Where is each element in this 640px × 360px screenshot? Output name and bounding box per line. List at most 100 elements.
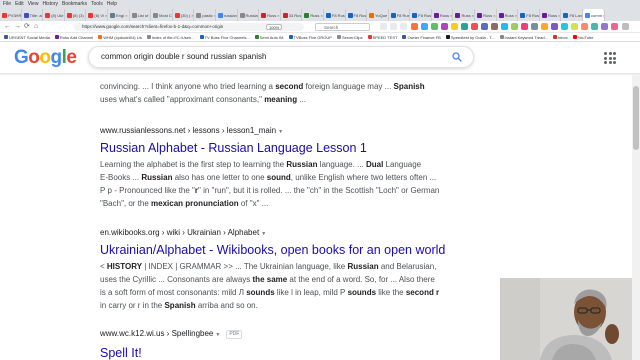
download-icon[interactable] xyxy=(380,23,387,30)
browser-tab[interactable]: Engl × xyxy=(108,9,130,21)
browser-tab[interactable]: F8 Lang× xyxy=(561,9,584,21)
browser-tab[interactable]: comm× xyxy=(583,9,605,21)
bookmark-item[interactable]: Owner Finance FB xyxy=(402,35,441,40)
scrollbar-thumb[interactable] xyxy=(633,86,639,150)
extension-icon[interactable] xyxy=(591,23,598,30)
page-scrollbar[interactable] xyxy=(632,74,640,360)
close-icon[interactable]: × xyxy=(125,13,128,18)
extension-icon[interactable] xyxy=(441,23,448,30)
browser-tab[interactable]: Russian× xyxy=(238,9,260,21)
browser-tab[interactable]: PV3HR× xyxy=(0,9,22,21)
browser-tab[interactable]: (8) Ukr× xyxy=(43,9,65,21)
caret-down-icon[interactable]: ▼ xyxy=(215,332,220,338)
bookmark-item[interactable]: SPEED TEST xyxy=(367,35,397,40)
result-cite[interactable]: www.russianlessons.net › lessons › lesso… xyxy=(100,125,480,138)
browser-tab[interactable]: F8 Russ× xyxy=(389,9,411,21)
result-cite[interactable]: www.wc.k12.wi.us › Spellingbee ▼ PDF xyxy=(100,328,480,341)
caret-down-icon[interactable]: ▼ xyxy=(261,231,266,237)
pdf-badge: PDF xyxy=(226,330,243,339)
browser-tab[interactable]: (8) Vi × xyxy=(86,9,108,21)
extension-icon[interactable] xyxy=(571,23,578,30)
bookmark-item[interactable]: Index of file:///C:/Usen... xyxy=(146,35,195,40)
zoom-level[interactable]: 100% xyxy=(266,24,283,30)
extension-icon[interactable] xyxy=(421,23,428,30)
google-logo[interactable]: Google xyxy=(14,47,77,69)
bookmark-item[interactable]: ServerClips xyxy=(336,35,363,40)
browser-tab[interactable]: F8 Russ× xyxy=(518,9,540,21)
bookmark-item[interactable]: Instant Keyword Tread... xyxy=(499,35,548,40)
browser-tab[interactable]: List of 1× xyxy=(130,9,152,21)
result-cite[interactable]: en.wikibooks.org › wiki › Ukrainian › Al… xyxy=(100,227,480,240)
browser-tab[interactable]: (30) (× xyxy=(173,9,195,21)
browser-tab[interactable]: F8 Russ× xyxy=(410,9,432,21)
bookmark-item[interactable]: Speedtest by Ookla - T... xyxy=(445,35,495,40)
extension-icon[interactable] xyxy=(511,23,518,30)
browser-tab[interactable]: F8 Russ× xyxy=(346,9,368,21)
home-icon[interactable]: ⌂ xyxy=(34,23,38,31)
menu-item[interactable]: Edit xyxy=(15,1,24,7)
back-icon[interactable]: ← xyxy=(4,23,11,31)
menu-item[interactable]: File xyxy=(3,1,11,7)
caret-down-icon[interactable]: ▼ xyxy=(278,129,283,135)
extension-icon[interactable] xyxy=(471,23,478,30)
browser-tab[interactable]: Russ × xyxy=(259,9,281,21)
browser-tab[interactable]: Russ × xyxy=(453,9,476,21)
menu-item[interactable]: View xyxy=(28,1,39,7)
extension-icon[interactable] xyxy=(601,23,608,30)
browser-tab[interactable]: Russ × xyxy=(302,9,324,21)
menu-item[interactable]: History xyxy=(42,1,58,7)
extension-icon[interactable] xyxy=(501,23,508,30)
extension-icon[interactable] xyxy=(461,23,468,30)
browser-tab[interactable]: Russ × xyxy=(497,9,519,21)
extension-icon[interactable] xyxy=(411,23,418,30)
menu-item[interactable]: Help xyxy=(107,1,117,7)
menu-item[interactable]: Bookmarks xyxy=(62,1,87,7)
extension-icon[interactable] xyxy=(531,23,538,30)
extension-icon[interactable] xyxy=(491,23,498,30)
extension-icon[interactable] xyxy=(581,23,588,30)
result-title-link[interactable]: Russian Alphabet - Russian Language Less… xyxy=(100,140,480,156)
result-title-link[interactable]: Ukrainian/Alphabet - Wikibooks, open boo… xyxy=(100,242,480,258)
extension-icon[interactable] xyxy=(611,23,618,30)
library-icon[interactable] xyxy=(390,23,397,30)
extension-icon[interactable] xyxy=(481,23,488,30)
browser-tab[interactable]: YoQue× xyxy=(367,9,389,21)
bookmark-item[interactable]: TV Boss Five Channels... xyxy=(199,35,250,40)
browser-tab[interactable]: Russ × xyxy=(540,9,562,21)
bookmark-item[interactable]: URGENT Social Media xyxy=(4,35,50,40)
search-icon[interactable] xyxy=(451,51,463,63)
search-input[interactable]: common origin double r sound russian spa… xyxy=(88,46,474,68)
bookmark-item[interactable]: YouTube xyxy=(572,35,593,40)
close-icon[interactable]: × xyxy=(603,13,604,18)
menu-item[interactable]: Tools xyxy=(91,1,103,7)
browser-tab[interactable]: Most C× xyxy=(151,9,173,21)
browser-tab[interactable]: russian× xyxy=(216,9,238,21)
extension-icon[interactable] xyxy=(551,23,558,30)
browser-tab[interactable]: Russ × xyxy=(432,9,454,21)
bookmark-item[interactable]: Inbox xyxy=(552,35,568,40)
forward-icon[interactable]: → xyxy=(14,23,21,31)
browser-tab[interactable]: Title: an× xyxy=(22,9,44,21)
browser-tab[interactable]: (8) (3)× xyxy=(65,9,87,21)
sidebar-icon[interactable] xyxy=(400,23,407,30)
bookmark-icon xyxy=(199,35,204,39)
extension-icon[interactable] xyxy=(521,23,528,30)
browser-tab[interactable]: F8 Russ× xyxy=(324,9,346,21)
extension-icon[interactable] xyxy=(541,23,548,30)
result-title-link[interactable]: Spell It! xyxy=(100,345,480,360)
browser-tab[interactable]: Russ × xyxy=(475,9,497,21)
apps-grid-icon[interactable] xyxy=(604,52,616,64)
bookmark-item[interactable]: Semi Auto IM xyxy=(254,35,284,40)
tab-label: YoQue xyxy=(375,12,388,18)
menu-icon[interactable] xyxy=(622,23,629,30)
bookmark-item[interactable]: TVBoss Five GROUP xyxy=(288,35,332,40)
bookmark-item[interactable]: Roku Add Channel xyxy=(54,35,93,40)
extension-icon[interactable] xyxy=(561,23,568,30)
reload-icon[interactable]: ⟳ xyxy=(24,23,30,31)
browser-tab[interactable]: pastic × xyxy=(194,9,216,21)
browser-search-box[interactable]: Search xyxy=(315,23,370,31)
bookmark-item[interactable]: WHM (cpdudet04) Lis xyxy=(98,35,142,40)
browser-tab[interactable]: 33 Russ× xyxy=(281,9,303,21)
extension-icon[interactable] xyxy=(431,23,438,30)
extension-icon[interactable] xyxy=(451,23,458,30)
